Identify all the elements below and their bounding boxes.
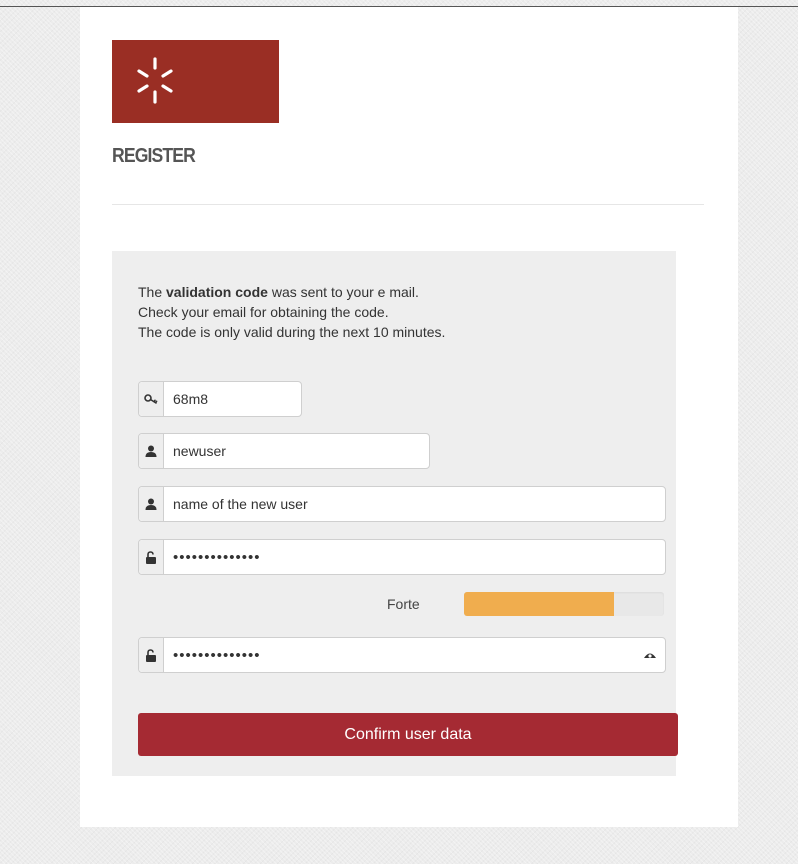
validation-code-input[interactable] [164, 382, 301, 416]
fullname-field [138, 486, 666, 522]
instructions: The validation code was sent to your e m… [138, 282, 445, 342]
eye-icon[interactable] [635, 651, 665, 659]
password-field [138, 539, 666, 575]
fullname-input[interactable] [164, 487, 665, 521]
instruction-line-2: Check your email for obtaining the code. [138, 304, 389, 320]
confirm-password-input[interactable] [164, 638, 635, 672]
key-icon [139, 382, 164, 416]
page-title: REGISTER [112, 145, 196, 167]
divider [112, 204, 704, 205]
instruction-line-1: The validation code was sent to your e m… [138, 284, 419, 300]
user-icon [139, 487, 164, 521]
password-strength-fill [464, 592, 614, 616]
password-input[interactable] [164, 540, 665, 574]
validation-code-field [138, 381, 302, 417]
confirm-password-field [138, 637, 666, 673]
unlock-icon [139, 540, 164, 574]
register-form: The validation code was sent to your e m… [112, 251, 678, 776]
password-strength-label: Forte [387, 596, 420, 612]
username-field [138, 433, 430, 469]
password-strength-meter [464, 592, 664, 616]
instruction-line-3: The code is only valid during the next 1… [138, 324, 446, 340]
username-input[interactable] [164, 434, 429, 468]
unlock-icon [139, 638, 164, 672]
confirm-user-data-button[interactable]: Confirm user data [138, 713, 678, 756]
user-icon [139, 434, 164, 468]
university-logo [112, 40, 279, 123]
register-panel: REGISTER The validation code was sent to… [80, 7, 738, 827]
validation-code-emphasis: validation code [166, 284, 268, 300]
